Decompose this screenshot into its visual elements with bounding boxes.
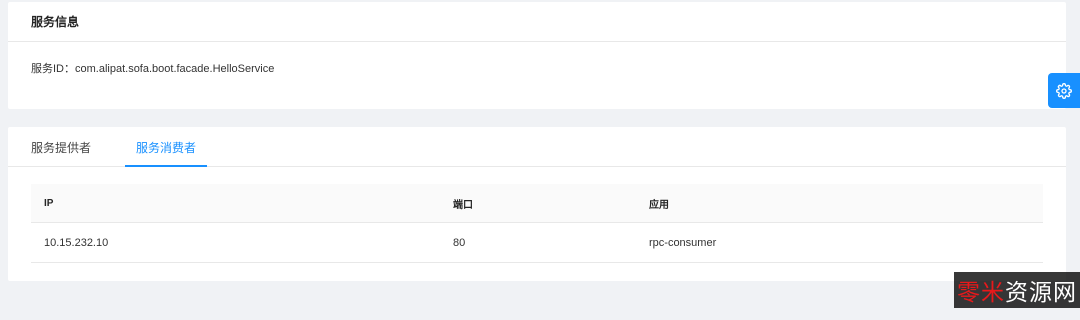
- column-header-app: 应用: [649, 199, 669, 211]
- watermark: 零米 资源网: [954, 272, 1080, 308]
- table-header: IP 端口 应用: [31, 184, 1043, 223]
- column-header-port: 端口: [453, 199, 473, 211]
- watermark-red-text: 零米: [957, 280, 1005, 306]
- cell-port: 80: [453, 236, 466, 249]
- service-info-title: 服务信息: [31, 15, 80, 29]
- tabs-bar: 服务提供者 服务消费者: [8, 127, 1066, 167]
- cell-app: rpc-consumer: [649, 236, 717, 249]
- consumers-table: IP 端口 应用 10.15.232.10 80 rpc-consumer: [31, 184, 1043, 263]
- service-info-card: 服务信息 服务ID：com.alipat.sofa.boot.facade.He…: [8, 2, 1066, 109]
- column-header-ip: IP: [44, 197, 54, 209]
- service-relations-card: 服务提供者 服务消费者 IP 端口 应用 10.15.232.10 80 rpc…: [8, 127, 1066, 281]
- service-info-body: 服务ID：com.alipat.sofa.boot.facade.HelloSe…: [8, 42, 1066, 76]
- watermark-white-text: 资源网: [1005, 280, 1077, 306]
- cell-ip: 10.15.232.10: [44, 236, 109, 249]
- service-info-header: 服务信息: [8, 2, 1066, 42]
- table-row: 10.15.232.10 80 rpc-consumer: [31, 223, 1043, 263]
- tab-providers[interactable]: 服务提供者: [31, 127, 91, 167]
- service-id-label: 服务ID：: [31, 63, 75, 75]
- page: 服务信息 服务ID：com.alipat.sofa.boot.facade.He…: [0, 0, 1080, 320]
- active-tab-indicator: [125, 165, 207, 167]
- service-id-value: com.alipat.sofa.boot.facade.HelloService: [75, 63, 275, 75]
- gear-icon: [1056, 82, 1072, 99]
- tab-consumers[interactable]: 服务消费者: [125, 127, 207, 167]
- settings-button[interactable]: [1048, 73, 1080, 108]
